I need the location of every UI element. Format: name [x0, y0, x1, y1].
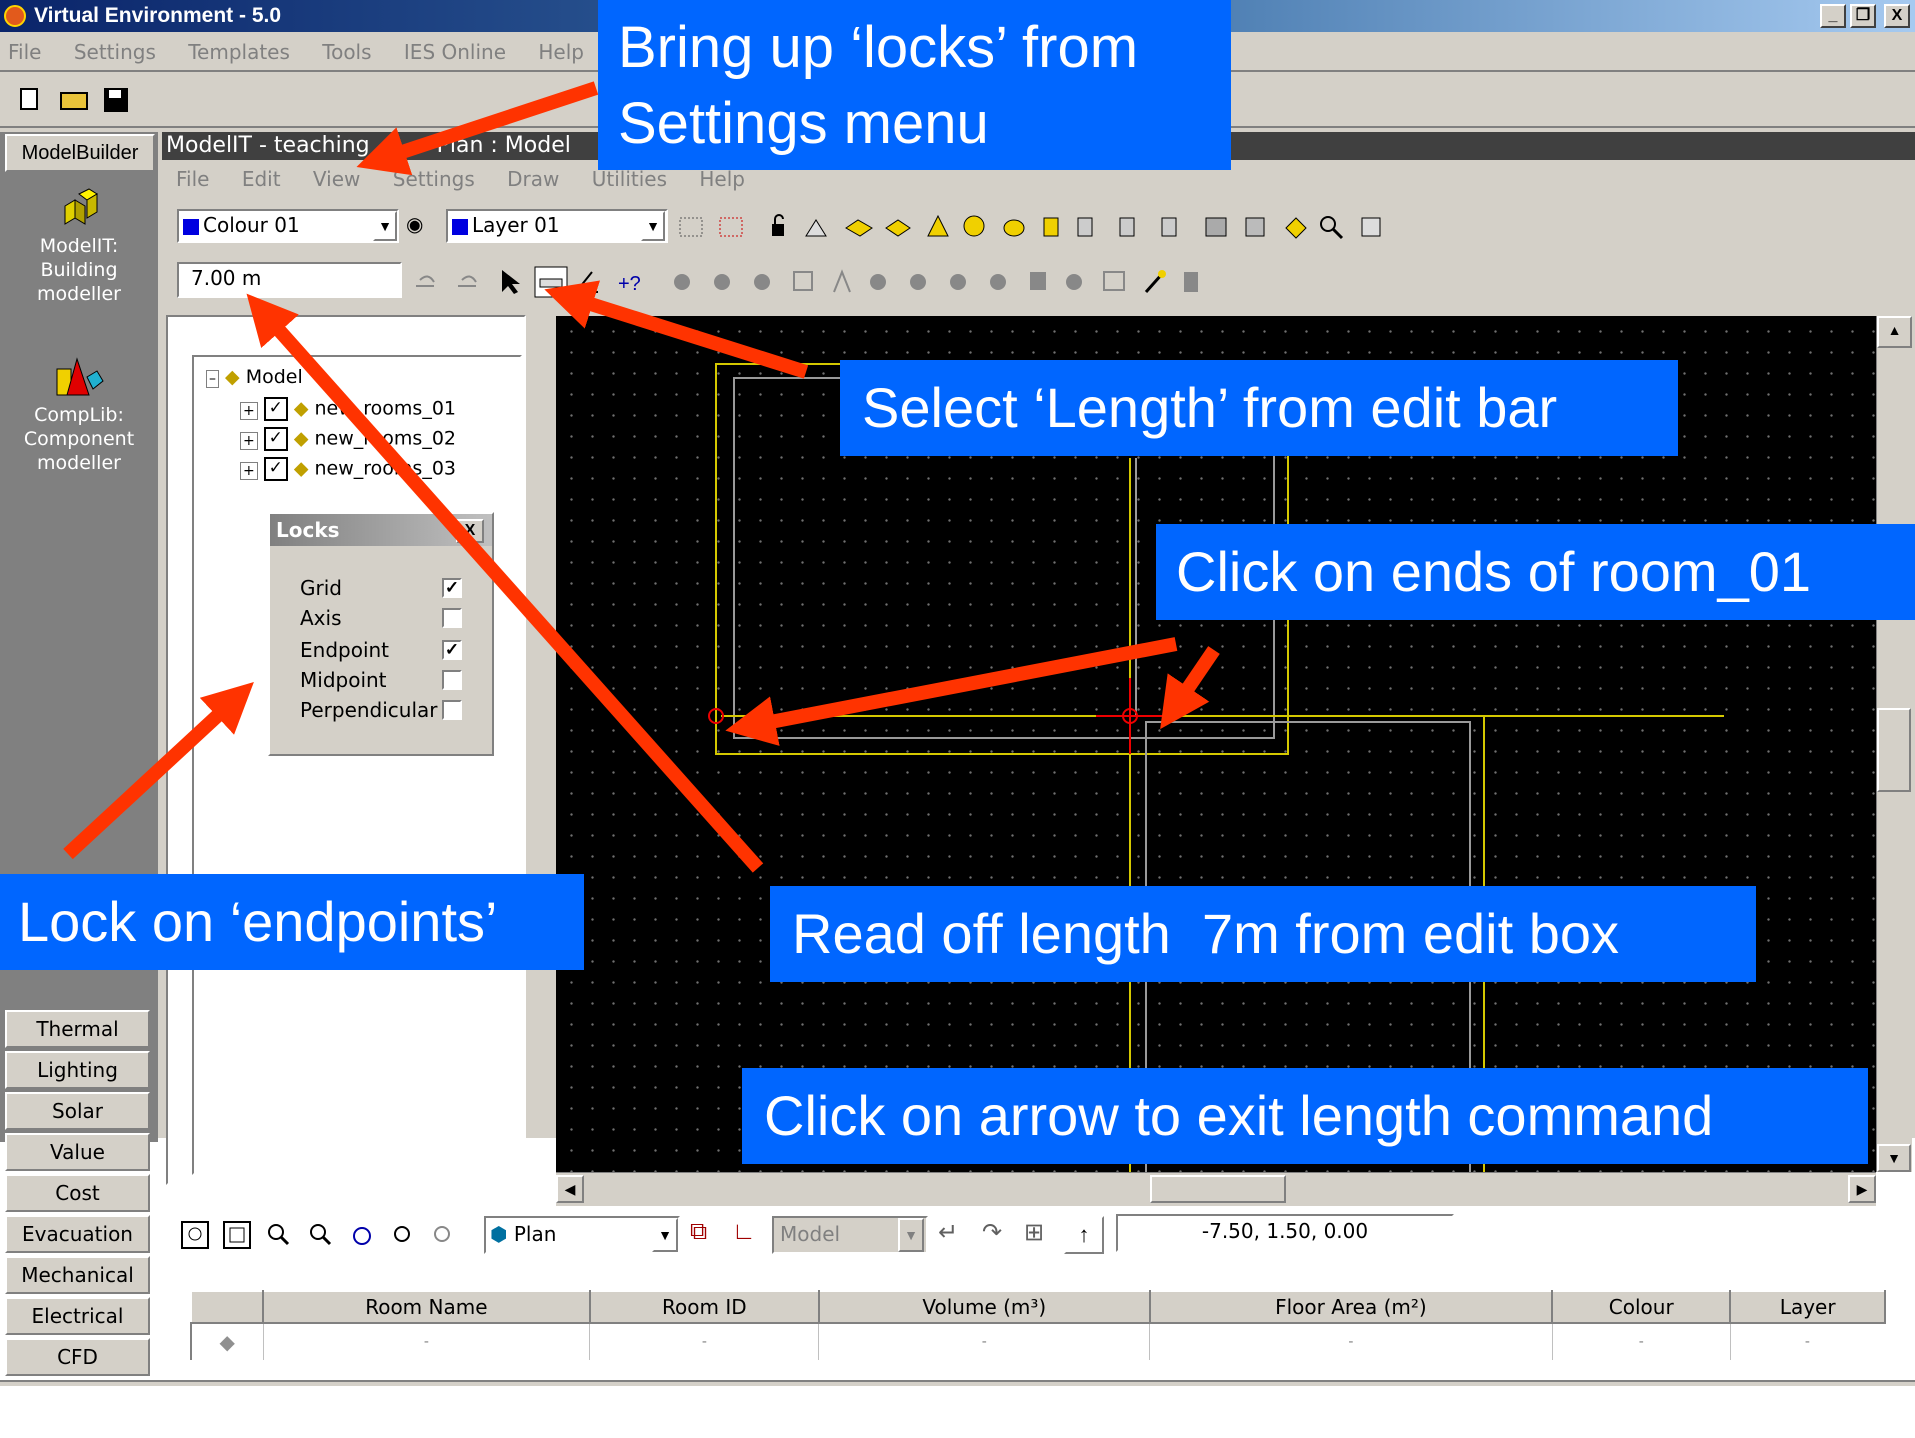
arrow-to-room-end-right — [1160, 646, 1220, 730]
annotation-arrows — [63, 81, 1220, 873]
arrow-to-room-end-left — [725, 637, 1178, 746]
arrow-to-edit-box — [246, 293, 764, 873]
arrow-to-settings-menu — [356, 81, 599, 176]
arrow-to-locks-dialog — [63, 682, 254, 860]
arrow-to-length-tool — [544, 280, 809, 379]
